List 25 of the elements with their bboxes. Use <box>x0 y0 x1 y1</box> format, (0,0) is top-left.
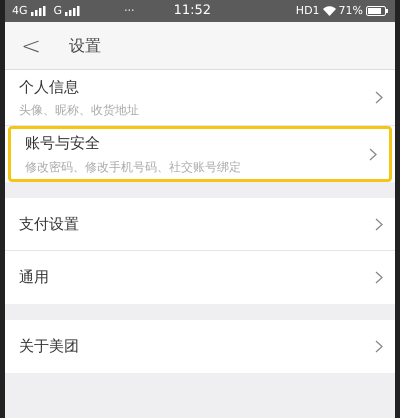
row-subtitle: 头像、昵称、收货地址 <box>19 102 140 120</box>
chevron-right-icon <box>375 271 383 284</box>
back-button[interactable]: < <box>21 28 42 64</box>
wifi-icon <box>322 6 336 16</box>
hd-label: HD1 <box>296 2 320 19</box>
chevron-right-icon <box>375 218 383 230</box>
chevron-right-icon <box>369 148 377 160</box>
signal-icon <box>30 6 47 16</box>
row-title: 支付设置 <box>19 214 80 235</box>
page-title: 设置 <box>69 34 102 56</box>
battery-icon <box>366 6 388 16</box>
row-subtitle: 修改密码、修改手机号码、社交账号绑定 <box>25 158 242 176</box>
battery-label: 71% <box>338 2 363 19</box>
network-label: 4G <box>12 2 28 19</box>
settings-row[interactable]: 账号与安全 修改密码、修改手机号码、社交账号绑定 <box>8 126 392 182</box>
chevron-right-icon <box>375 340 383 353</box>
signal-icon <box>65 6 82 16</box>
network-label: G <box>54 2 62 19</box>
row-title: 通用 <box>19 267 50 288</box>
row-title: 账号与安全 <box>25 133 101 154</box>
row-title: 关于美团 <box>19 336 80 358</box>
time-label: 11:52 <box>174 2 212 20</box>
row-title: 个人信息 <box>19 76 80 98</box>
more-label: ··· <box>124 2 135 19</box>
chevron-right-icon <box>375 91 383 104</box>
